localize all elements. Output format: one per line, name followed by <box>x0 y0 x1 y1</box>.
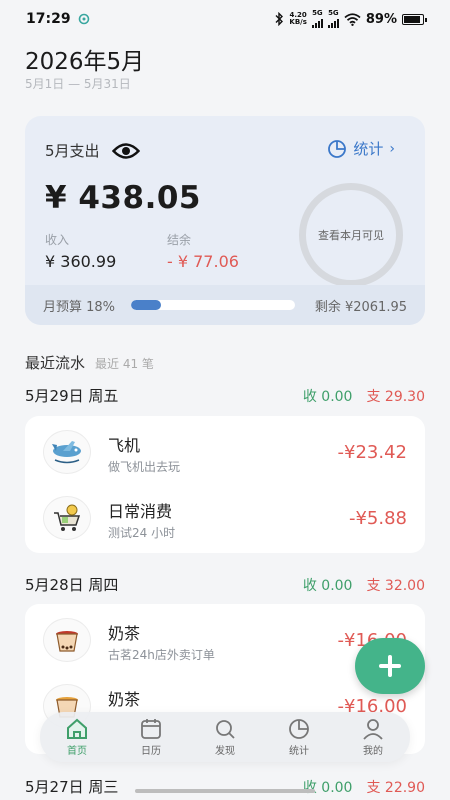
transaction-amount: -¥5.88 <box>348 508 407 529</box>
monthly-summary-card[interactable]: 5月支出 统计 › ¥ 438.05 收入 ¥ 360.99 结余 - ¥ 77… <box>25 116 425 325</box>
expense-label: 5月支出 <box>45 142 100 160</box>
nav-label: 日历 <box>141 745 161 757</box>
balance-value: - ¥ 77.06 <box>167 252 239 271</box>
wifi-icon <box>344 12 361 26</box>
status-time: 17:29 <box>26 11 71 27</box>
nav-discover[interactable]: 发现 <box>195 718 255 757</box>
transaction-name: 日常消费 <box>108 502 173 521</box>
day-date: 5月29日 周五 <box>25 387 119 405</box>
transaction-amount: -¥23.42 <box>337 442 407 463</box>
transaction-row[interactable]: 飞机 做飞机出去玩 -¥23.42 <box>25 422 425 482</box>
day-expense: 支 29.30 <box>366 388 425 405</box>
nav-calendar[interactable]: 日历 <box>121 718 181 757</box>
transaction-name: 飞机 <box>108 436 141 455</box>
recent-count: 最近 41 笔 <box>95 357 154 371</box>
status-bar: 17:29 4.20 KB/s 5G 5G 89% <box>0 0 450 38</box>
nav-stats[interactable]: 统计 <box>269 718 329 757</box>
nav-label: 发现 <box>215 745 235 757</box>
recent-title: 最近流水 <box>25 354 86 372</box>
transaction-group: 飞机 做飞机出去玩 -¥23.42 日常消费 测试24 小时 -¥5.88 <box>25 416 425 553</box>
day-header: 5月27日 周三 收 0.00 支 22.90 <box>25 776 425 797</box>
transaction-name: 奶茶 <box>108 690 141 709</box>
signal-strength-icon <box>327 17 339 28</box>
day-income: 收 0.00 <box>302 779 353 796</box>
income-value: ¥ 360.99 <box>45 252 117 271</box>
stats-link[interactable]: 统计 › <box>327 138 395 159</box>
month-title[interactable]: 2026年5月 <box>25 42 144 76</box>
ring-text: 查看本月可见 <box>318 229 384 242</box>
nav-profile[interactable]: 我的 <box>343 718 403 757</box>
home-indicator[interactable] <box>135 789 315 793</box>
date-range: 5月1日 — 5月31日 <box>25 77 131 91</box>
nav-label: 我的 <box>363 745 383 757</box>
battery-percent: 89% <box>365 11 397 27</box>
chevron-right-icon: › <box>389 140 395 157</box>
transaction-name: 奶茶 <box>108 624 141 643</box>
signal-strength-icon <box>311 17 323 28</box>
budget-label: 月预算 18% <box>43 299 116 315</box>
budget-remaining: 剩余 ¥2061.95 <box>314 299 407 315</box>
add-transaction-button[interactable] <box>355 638 425 694</box>
cloud-sync-icon <box>78 13 89 25</box>
signal-2: 5G <box>327 10 339 28</box>
day-income: 收 0.00 <box>302 577 353 594</box>
day-date: 5月28日 周四 <box>25 576 119 594</box>
day-expense: 支 32.00 <box>366 577 425 594</box>
battery-icon <box>402 13 427 25</box>
nav-label: 首页 <box>67 745 87 757</box>
transaction-note: 古茗24h店外卖订单 <box>108 648 215 662</box>
day-header: 5月29日 周五 收 0.00 支 29.30 <box>25 385 425 406</box>
pie-chart-icon <box>328 139 347 158</box>
budget-ring[interactable]: 查看本月可见 <box>299 183 403 287</box>
shopping-cart-icon <box>43 496 91 540</box>
nav-home[interactable]: 首页 <box>47 718 107 757</box>
transaction-note: 测试24 小时 <box>108 526 176 540</box>
calendar-icon <box>141 718 161 739</box>
signal-1: 5G <box>311 10 323 28</box>
day-header: 5月28日 周四 收 0.00 支 32.00 <box>25 574 425 595</box>
home-icon <box>67 718 87 739</box>
bluetooth-icon <box>275 12 284 26</box>
day-income: 收 0.00 <box>302 388 353 405</box>
budget-bar[interactable]: 月预算 18% 剩余 ¥2061.95 <box>25 285 425 325</box>
stats-link-label: 统计 <box>353 140 384 158</box>
user-icon <box>363 718 383 740</box>
nav-label: 统计 <box>289 745 309 757</box>
network-speed: 4.20 KB/s <box>289 11 307 26</box>
day-expense: 支 22.90 <box>366 779 425 796</box>
pie-chart-icon <box>289 718 309 739</box>
transaction-row[interactable]: 日常消费 测试24 小时 -¥5.88 <box>25 488 425 548</box>
milk-tea-icon <box>43 618 91 662</box>
search-icon <box>216 719 235 739</box>
income-label: 收入 <box>45 233 70 247</box>
total-expense: ¥ 438.05 <box>45 180 201 216</box>
plus-icon <box>379 655 401 677</box>
day-date: 5月27日 周三 <box>25 778 119 796</box>
balance-label: 结余 <box>167 233 192 247</box>
transaction-note: 做飞机出去玩 <box>108 460 181 474</box>
budget-progress <box>131 300 295 310</box>
eye-icon[interactable] <box>111 141 140 161</box>
recent-section-title: 最近流水 最近 41 笔 <box>25 352 154 373</box>
airplane-icon <box>43 430 91 474</box>
bottom-nav: 首页 日历 发现 统计 我的 <box>40 712 410 762</box>
